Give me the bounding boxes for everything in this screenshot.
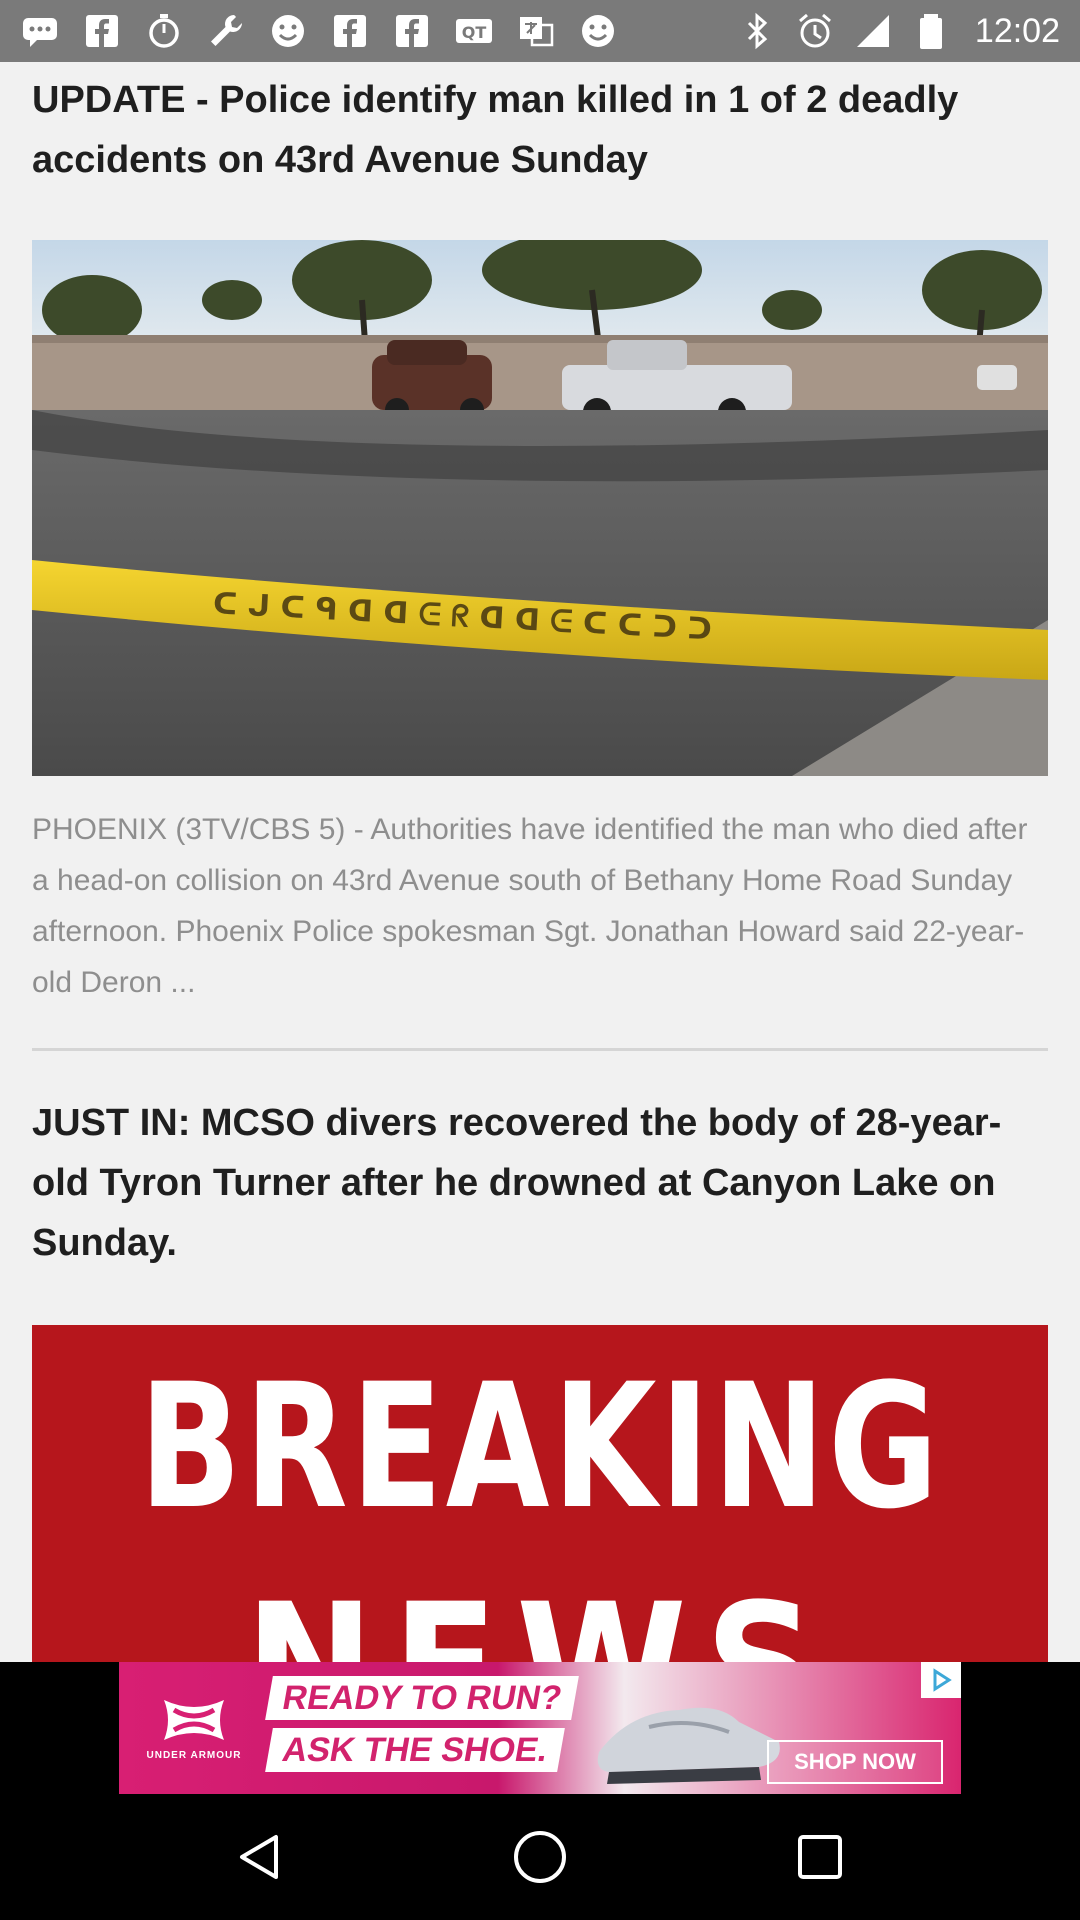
breaking-news-text: BREAKING bbox=[138, 1346, 942, 1547]
wrench-icon bbox=[206, 11, 246, 51]
ad-headline: ASK THE SHOE. bbox=[265, 1728, 566, 1772]
svg-text:QT: QT bbox=[462, 23, 487, 42]
system-status-icons: 12:02 bbox=[737, 11, 1060, 51]
breaking-news-text: NEWS bbox=[245, 1581, 835, 1663]
notification-icons: QT bbox=[20, 11, 737, 51]
facebook-icon bbox=[330, 11, 370, 51]
article-image[interactable]: BREAKING NEWS bbox=[32, 1325, 1048, 1662]
ad-choices-icon[interactable] bbox=[921, 1662, 961, 1698]
qt-icon: QT bbox=[454, 11, 494, 51]
article-card[interactable]: UPDATE - Police identify man killed in 1… bbox=[0, 70, 1080, 1008]
ad-logo: UNDER ARMOUR bbox=[119, 1662, 269, 1794]
facebook-icon bbox=[82, 11, 122, 51]
ad-banner[interactable]: UNDER ARMOUR READY TO RUN? ASK THE SHOE.… bbox=[119, 1662, 961, 1794]
under-armour-logo-icon bbox=[164, 1699, 224, 1740]
back-icon[interactable] bbox=[220, 1817, 300, 1897]
bluetooth-icon bbox=[737, 11, 777, 51]
alarm-icon bbox=[795, 11, 835, 51]
home-icon[interactable] bbox=[500, 1817, 580, 1897]
recents-icon[interactable] bbox=[780, 1817, 860, 1897]
ad-container: UNDER ARMOUR READY TO RUN? ASK THE SHOE.… bbox=[0, 1662, 1080, 1794]
article-summary: PHOENIX (3TV/CBS 5) - Authorities have i… bbox=[32, 813, 1028, 999]
smiley-icon bbox=[268, 11, 308, 51]
smiley-icon bbox=[578, 11, 618, 51]
facebook-icon bbox=[392, 11, 432, 51]
clock: 12:02 bbox=[974, 11, 1060, 50]
article-card[interactable]: JUST IN: MCSO divers recovered the body … bbox=[0, 1093, 1080, 1662]
ad-brand: UNDER ARMOUR bbox=[146, 1749, 242, 1761]
ad-headline: READY TO RUN? bbox=[265, 1676, 580, 1720]
news-feed[interactable]: UPDATE - Police identify man killed in 1… bbox=[0, 62, 1080, 1662]
article-title[interactable]: JUST IN: MCSO divers recovered the body … bbox=[32, 1093, 1048, 1273]
status-bar: QT 12:02 bbox=[0, 0, 1080, 62]
stopwatch-icon bbox=[144, 11, 184, 51]
divider bbox=[32, 1048, 1048, 1051]
chat-bubble-icon bbox=[20, 11, 60, 51]
article-image[interactable]: ᑕ ᒍ ᑕ ᑫ ᗡ ᗡ ᕮ ᖇ ᗡ ᗡ ᕮ ᑕ ᑕ ᑐ ᑐ bbox=[32, 240, 1048, 776]
translate-icon bbox=[516, 11, 556, 51]
battery-icon bbox=[911, 11, 951, 51]
article-title[interactable]: UPDATE - Police identify man killed in 1… bbox=[32, 70, 1048, 190]
navigation-bar bbox=[0, 1794, 1080, 1920]
signal-icon bbox=[853, 11, 893, 51]
shoe-image bbox=[589, 1672, 789, 1794]
shop-now-button[interactable]: SHOP NOW bbox=[767, 1740, 943, 1784]
